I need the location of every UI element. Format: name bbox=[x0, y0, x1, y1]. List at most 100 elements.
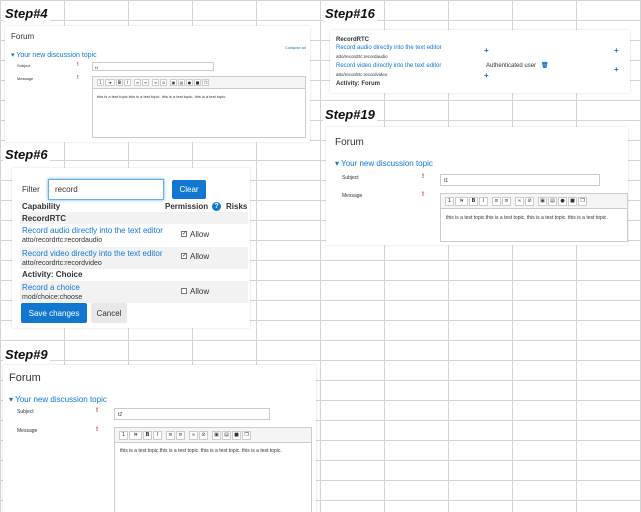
capability-link[interactable]: Record video directly into the text edit… bbox=[336, 63, 441, 69]
unordered-list-icon[interactable]: ≡ bbox=[492, 196, 501, 206]
section-header[interactable]: ▾ Your new discussion topic bbox=[335, 159, 433, 168]
delete-icon[interactable]: 🗑 bbox=[541, 62, 549, 69]
ordered-list-icon[interactable]: ≡ bbox=[176, 430, 185, 440]
save-changes-button[interactable]: Save changes bbox=[21, 303, 87, 323]
capability-link[interactable]: Record a choice bbox=[22, 283, 80, 292]
step19-label: Step#19 bbox=[323, 107, 377, 122]
add-role-icon[interactable]: + bbox=[614, 46, 619, 55]
section-title: Your new discussion topic bbox=[16, 52, 97, 59]
font-size-icon[interactable]: 1 bbox=[97, 79, 104, 86]
allow-checkbox[interactable]: ✓ bbox=[181, 253, 187, 259]
capability-code: atto/recordrtc:recordvideo bbox=[22, 260, 102, 267]
manage-files-icon[interactable]: ❐ bbox=[242, 430, 251, 440]
capability-link[interactable]: Record audio directly into the text edit… bbox=[22, 226, 163, 235]
record-video-icon[interactable]: ■ bbox=[194, 79, 201, 86]
message-text: this is a test topic.this is a test topi… bbox=[97, 94, 227, 99]
link-icon[interactable]: ∞ bbox=[152, 79, 159, 86]
cancel-button[interactable]: Cancel bbox=[91, 303, 127, 323]
image-icon[interactable]: ▣ bbox=[212, 430, 221, 440]
group-header: Activity: Choice bbox=[22, 270, 83, 279]
subject-input[interactable]: t1 bbox=[92, 62, 214, 71]
unlink-icon[interactable]: ⊘ bbox=[199, 430, 208, 440]
required-icon: ! bbox=[422, 174, 424, 180]
image-icon[interactable]: ▣ bbox=[538, 196, 547, 206]
step6-screenshot: Filter record Clear Capability Permissio… bbox=[12, 168, 250, 328]
record-video-icon[interactable]: ■ bbox=[568, 196, 577, 206]
allow-checkbox[interactable] bbox=[181, 288, 187, 294]
section-header[interactable]: ▾ Your new discussion topic bbox=[9, 395, 107, 404]
clear-button[interactable]: Clear bbox=[172, 180, 206, 199]
message-editor[interactable]: 1 i▾ B I ≡ ≡ ∞ ⊘ ▣ ▤ ■ ❐ this is a test … bbox=[114, 427, 312, 512]
help-icon[interactable]: ? bbox=[212, 202, 221, 211]
message-editor[interactable]: 1 i▾ B I ≡ ≡ ∞ ⊘ ▣ ▤ ● ■ ❐ this is a tes… bbox=[440, 193, 628, 242]
filter-input[interactable]: record bbox=[48, 179, 164, 200]
ordered-list-icon[interactable]: ≡ bbox=[142, 79, 149, 86]
col-permission: Permission bbox=[165, 202, 209, 211]
bold-icon[interactable]: B bbox=[469, 196, 478, 206]
record-audio-icon[interactable]: ● bbox=[558, 196, 567, 206]
section-title: Your new discussion topic bbox=[15, 395, 107, 404]
unlink-icon[interactable]: ⊘ bbox=[525, 196, 534, 206]
forum-title: Forum bbox=[9, 372, 41, 384]
forum-title: Forum bbox=[11, 32, 35, 41]
add-role-icon[interactable]: + bbox=[614, 65, 619, 74]
bold-icon[interactable]: B bbox=[143, 430, 152, 440]
col-risks: Risks bbox=[226, 202, 248, 211]
role-name: Authenticated user bbox=[486, 63, 537, 69]
italic-icon[interactable]: I bbox=[124, 79, 131, 86]
step16-screenshot: RecordRTC Record audio directly into the… bbox=[330, 30, 630, 93]
required-icon: ! bbox=[96, 427, 98, 433]
editor-toolbar: 1 i▾ B I ≡ ≡ ∞ ⊘ ▣ ▤ ● ■ ❐ bbox=[93, 77, 305, 89]
manage-files-icon[interactable]: ❐ bbox=[578, 196, 587, 206]
link-icon[interactable]: ∞ bbox=[189, 430, 198, 440]
group-header: Activity: Forum bbox=[336, 81, 381, 87]
capability-link[interactable]: Record video directly into the text edit… bbox=[22, 249, 163, 258]
step16-label: Step#16 bbox=[323, 6, 377, 21]
step6-label: Step#6 bbox=[3, 147, 50, 162]
font-size-icon[interactable]: 1 bbox=[445, 196, 454, 206]
record-audio-icon[interactable]: ● bbox=[186, 79, 193, 86]
font-size-icon[interactable]: 1 bbox=[119, 430, 128, 440]
subject-input[interactable]: t1 bbox=[440, 174, 600, 186]
required-icon: ! bbox=[77, 62, 79, 68]
message-label: Message bbox=[17, 76, 34, 81]
step9-label: Step#9 bbox=[3, 347, 50, 362]
paragraph-icon[interactable]: i▾ bbox=[455, 196, 468, 206]
step4-label: Step#4 bbox=[3, 6, 50, 21]
collapse-all-link[interactable]: Collapse all bbox=[285, 45, 306, 50]
paragraph-icon[interactable]: i▾ bbox=[105, 79, 115, 86]
group-header: RecordRTC bbox=[336, 37, 370, 43]
message-editor[interactable]: 1 i▾ B I ≡ ≡ ∞ ⊘ ▣ ▤ ● ■ ❐ this is a tes… bbox=[92, 76, 306, 138]
subject-label: Subject bbox=[342, 175, 359, 181]
capability-code: atto/recordrtc:recordaudio bbox=[22, 237, 103, 244]
required-icon: ! bbox=[96, 408, 98, 414]
unlink-icon[interactable]: ⊘ bbox=[160, 79, 167, 86]
subject-label: Subject bbox=[17, 63, 31, 68]
italic-icon[interactable]: I bbox=[479, 196, 488, 206]
section-header[interactable]: ▾ Your new discussion topic bbox=[11, 51, 97, 59]
subject-label: Subject bbox=[17, 409, 34, 415]
capability-link[interactable]: Record audio directly into the text edit… bbox=[336, 45, 442, 51]
paragraph-icon[interactable]: i▾ bbox=[129, 430, 142, 440]
manage-files-icon[interactable]: ❐ bbox=[202, 79, 209, 86]
required-icon: ! bbox=[77, 75, 79, 81]
forum-title: Forum bbox=[335, 137, 364, 148]
bold-icon[interactable]: B bbox=[116, 79, 123, 86]
add-role-icon[interactable]: + bbox=[484, 71, 489, 80]
media-icon[interactable]: ▤ bbox=[222, 430, 231, 440]
media-icon[interactable]: ▤ bbox=[178, 79, 185, 86]
unordered-list-icon[interactable]: ≡ bbox=[134, 79, 141, 86]
allow-checkbox[interactable]: ✓ bbox=[181, 231, 187, 237]
unordered-list-icon[interactable]: ≡ bbox=[166, 430, 175, 440]
link-icon[interactable]: ∞ bbox=[515, 196, 524, 206]
media-icon[interactable]: ▤ bbox=[548, 196, 557, 206]
image-icon[interactable]: ▣ bbox=[170, 79, 177, 86]
subject-input[interactable]: t2 bbox=[114, 408, 270, 420]
italic-icon[interactable]: I bbox=[153, 430, 162, 440]
permission-value: Allow bbox=[190, 230, 210, 239]
message-text: this is a test topic.this is a test topi… bbox=[446, 215, 608, 221]
capability-code: atto/recordrtc:recordaudio bbox=[336, 54, 388, 59]
record-video-icon[interactable]: ■ bbox=[232, 430, 241, 440]
add-role-icon[interactable]: + bbox=[484, 46, 489, 55]
ordered-list-icon[interactable]: ≡ bbox=[502, 196, 511, 206]
